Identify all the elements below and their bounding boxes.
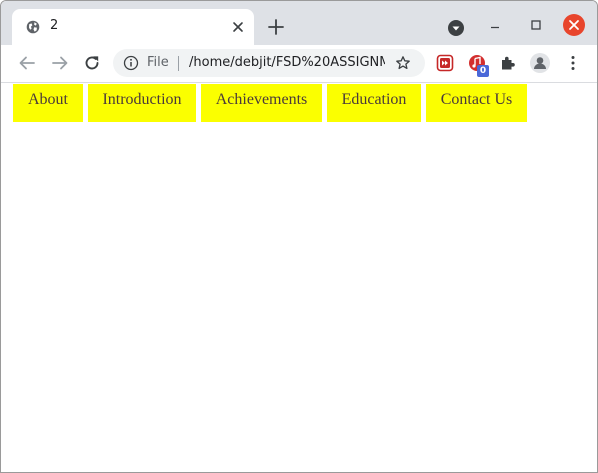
info-icon[interactable] [123, 55, 139, 71]
close-tab-icon[interactable] [230, 19, 246, 35]
browser-window: 2 File /home/debjit/FSD%20ASSIGN 0 About… [0, 0, 598, 473]
bookmark-star-icon[interactable] [395, 55, 411, 71]
minimize-icon[interactable] [487, 19, 503, 35]
maximize-icon[interactable] [528, 17, 544, 33]
address-separator [178, 56, 179, 71]
nav-item-contact-us[interactable]: Contact Us [426, 84, 527, 122]
close-window-icon [569, 20, 579, 30]
nav-item-education[interactable]: Education [327, 84, 421, 122]
nav-item-about[interactable]: About [13, 84, 83, 122]
back-arrow-icon[interactable] [17, 53, 37, 73]
address-bar[interactable]: File /home/debjit/FSD%20ASSIGNMENT/2.htm… [113, 49, 425, 77]
tab-title: 2 [50, 18, 59, 33]
media-extension-icon[interactable] [436, 54, 454, 72]
reload-icon[interactable] [82, 53, 102, 73]
nav-item-achievements[interactable]: Achievements [201, 84, 322, 122]
window-close-button[interactable] [563, 14, 585, 36]
person-icon [534, 57, 546, 69]
kebab-menu-icon[interactable] [565, 54, 581, 72]
scheme-label: File [147, 55, 169, 70]
tab-strip: 2 [1, 1, 597, 45]
browser-tab[interactable]: 2 [12, 9, 254, 45]
page-content: About Introduction Achievements Educatio… [1, 83, 597, 472]
new-tab-icon[interactable] [267, 18, 285, 36]
forward-arrow-icon[interactable] [50, 53, 70, 73]
nav-item-introduction[interactable]: Introduction [88, 84, 196, 122]
url-text[interactable]: /home/debjit/FSD%20ASSIGNMENT/2.html [189, 55, 385, 70]
extension-badge: 0 [477, 65, 489, 77]
tab-search-icon[interactable] [447, 19, 465, 37]
globe-icon [26, 20, 40, 34]
profile-avatar[interactable] [530, 53, 550, 73]
browser-toolbar: File /home/debjit/FSD%20ASSIGNMENT/2.htm… [1, 45, 597, 83]
puzzle-extensions-icon[interactable] [499, 54, 517, 72]
